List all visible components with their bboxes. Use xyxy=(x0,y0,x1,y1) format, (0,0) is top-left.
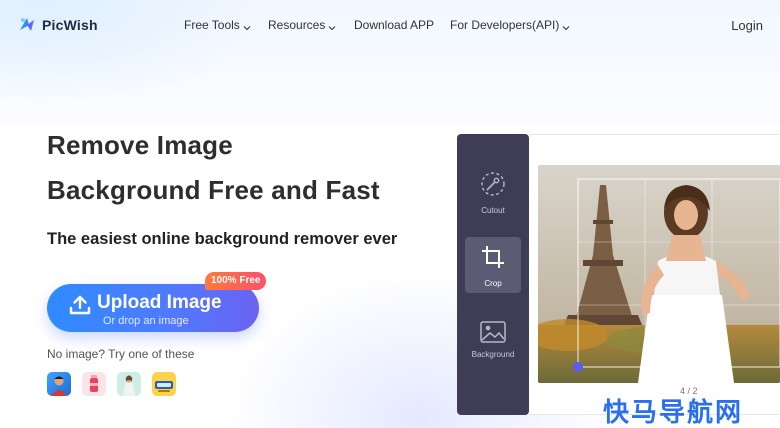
upload-area: Upload Image Or drop an image 100% Free xyxy=(47,272,267,332)
preview-photo xyxy=(538,165,780,383)
cutout-icon xyxy=(481,172,505,196)
sample-person-thumbnail[interactable] xyxy=(117,372,141,396)
tool-background-label: Background xyxy=(471,350,515,359)
nav-resources-label: Resources xyxy=(268,18,326,32)
upload-image-button[interactable]: Upload Image Or drop an image xyxy=(47,284,259,332)
tool-cutout[interactable]: Cutout xyxy=(465,164,521,220)
crop-icon xyxy=(482,246,504,268)
sample-drink-thumbnail[interactable] xyxy=(82,372,106,396)
tool-crop-label: Crop xyxy=(484,279,502,288)
nav-download-app[interactable]: Download APP xyxy=(354,18,434,32)
nav-resources[interactable]: Resources xyxy=(268,18,336,32)
nav-developers[interactable]: For Developers(API) xyxy=(450,18,570,32)
no-image-prompt: No image? Try one of these xyxy=(47,347,195,361)
nav-developers-label: For Developers(API) xyxy=(450,18,560,32)
chevron-down-icon xyxy=(243,21,251,31)
image-icon xyxy=(480,321,506,343)
nav-download-app-label: Download APP xyxy=(354,18,435,32)
upload-icon xyxy=(69,295,91,315)
free-badge: 100% Free xyxy=(205,272,267,290)
editor-tool-panel: Cutout Crop Background xyxy=(457,134,529,415)
hero-title-line1: Remove Image xyxy=(47,130,233,160)
chevron-down-icon xyxy=(328,21,336,31)
login-link[interactable]: Login xyxy=(731,18,763,33)
nav-free-tools[interactable]: Free Tools xyxy=(184,18,251,32)
brand-logo[interactable]: PicWish xyxy=(18,16,98,34)
sample-portrait-thumbnail[interactable] xyxy=(47,372,71,396)
picwish-logo-icon xyxy=(18,16,36,34)
hero-subtitle: The easiest online background remover ev… xyxy=(47,230,398,248)
hero-title-line2: Background Free and Fast xyxy=(47,175,380,205)
chevron-down-icon xyxy=(562,21,570,31)
site-watermark: 快马导航网 xyxy=(603,397,744,427)
tool-cutout-label: Cutout xyxy=(481,206,505,215)
tool-background[interactable]: Background xyxy=(465,312,521,368)
brand-name: PicWish xyxy=(42,17,98,33)
tool-crop[interactable]: Crop xyxy=(465,237,521,293)
top-navigation: PicWish Free Tools Resources Download AP… xyxy=(0,0,780,52)
sample-product-thumbnail[interactable] xyxy=(152,372,176,396)
sample-images xyxy=(47,372,176,396)
upload-drop-hint: Or drop an image xyxy=(103,315,189,327)
upload-button-label: Upload Image xyxy=(97,292,222,313)
nav-free-tools-label: Free Tools xyxy=(184,18,240,32)
